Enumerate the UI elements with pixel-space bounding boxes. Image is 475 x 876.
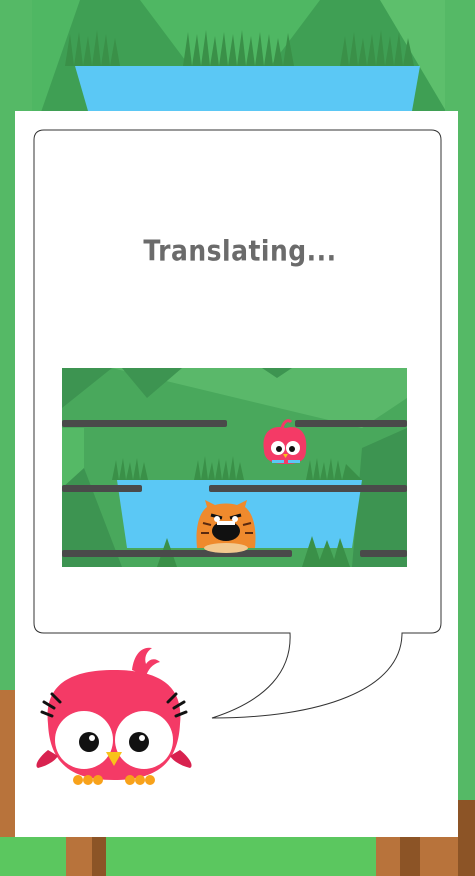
level-preview	[62, 368, 407, 567]
pink-bird-icon	[36, 647, 192, 785]
status-text: Translating...	[143, 233, 337, 268]
water-pool	[75, 66, 420, 111]
